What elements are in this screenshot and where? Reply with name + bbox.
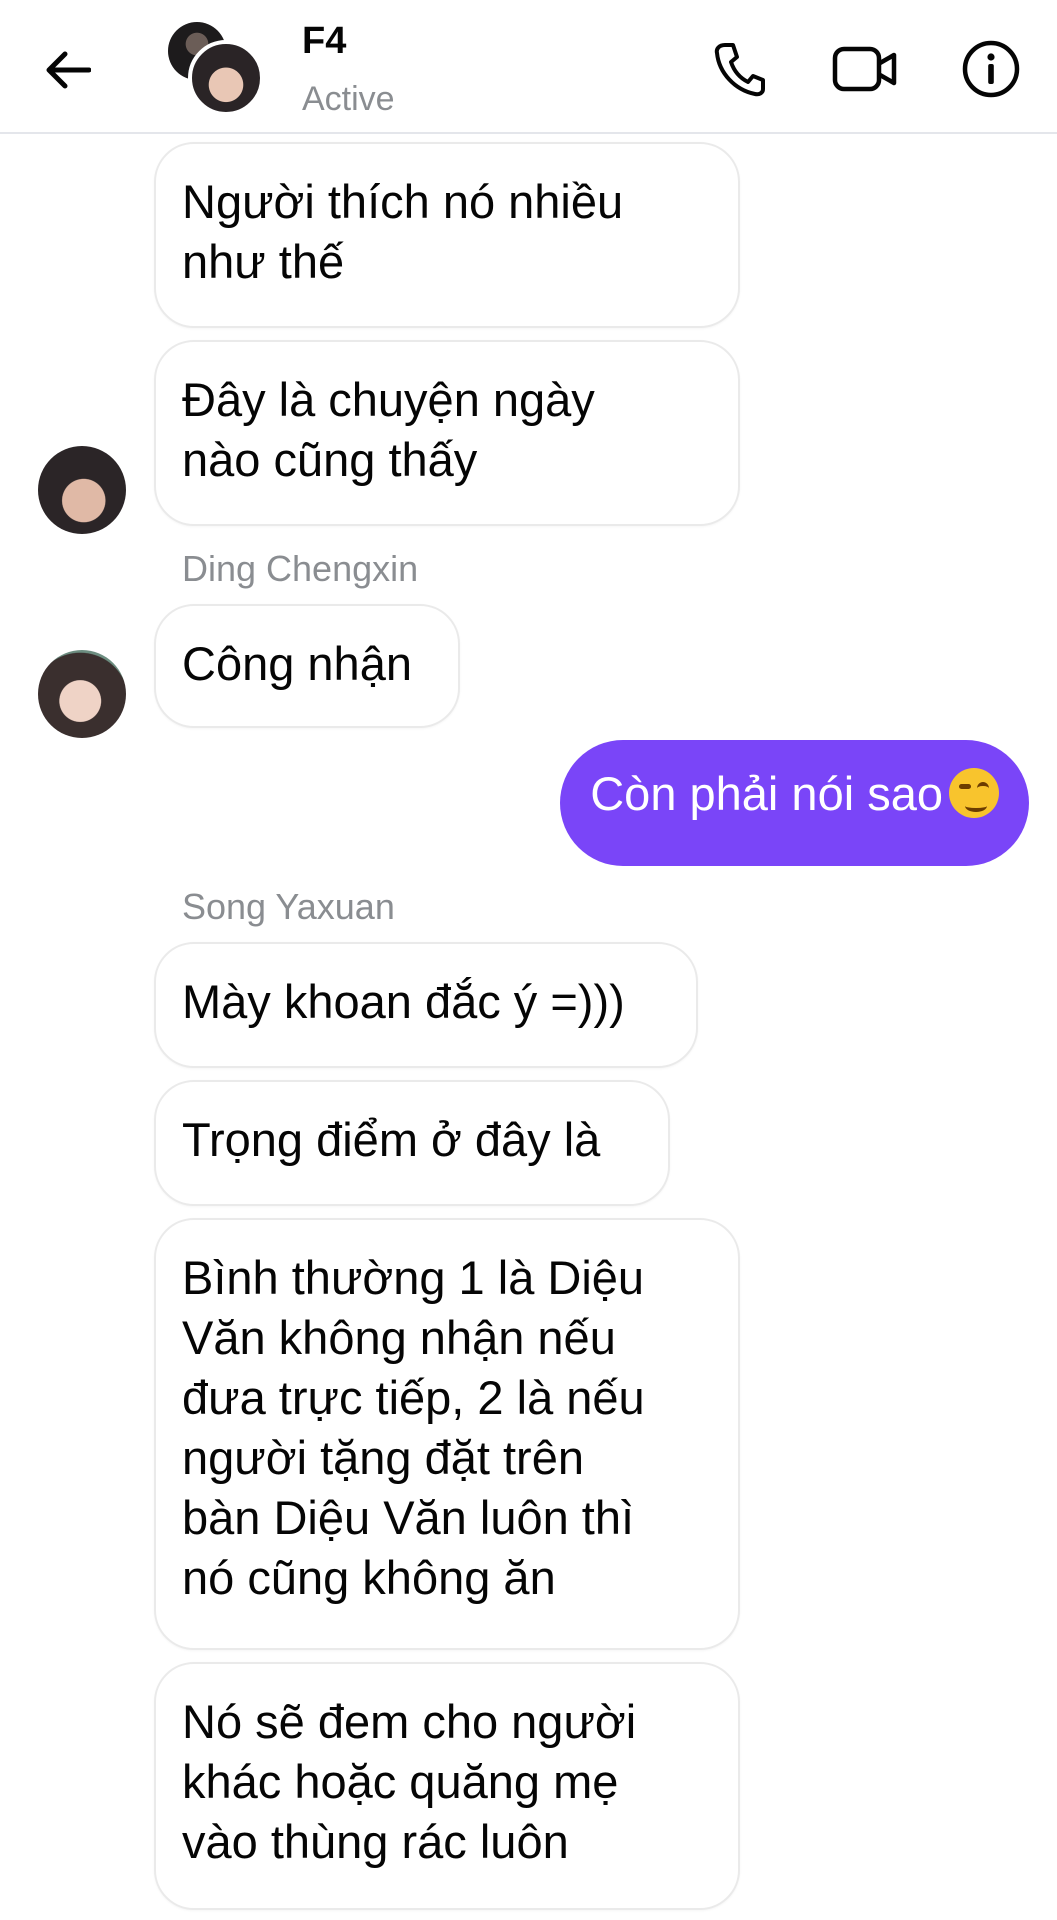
chat-header: F4 Active xyxy=(0,0,1057,134)
call-button[interactable] xyxy=(706,36,772,102)
message-bubble[interactable]: Người thích nó nhiều như thế xyxy=(154,142,740,328)
message-bubble[interactable]: Trọng điểm ở đây là xyxy=(154,1080,670,1206)
info-button[interactable] xyxy=(958,36,1024,102)
chat-title[interactable]: F4 xyxy=(302,20,346,63)
sender-name: Ding Chengxin xyxy=(182,548,419,589)
message-bubble[interactable]: Đây là chuyện ngày nào cũng thấy xyxy=(154,340,740,526)
smirking-face-icon xyxy=(949,768,999,818)
avatar xyxy=(188,40,264,116)
video-call-button[interactable] xyxy=(832,36,898,102)
message-text: Còn phải nói sao xyxy=(590,767,943,820)
my-message-bubble[interactable]: Còn phải nói sao xyxy=(560,740,1029,866)
video-camera-icon xyxy=(832,46,897,92)
message-bubble[interactable]: Mày khoan đắc ý =))) xyxy=(154,942,698,1068)
avatar[interactable] xyxy=(38,446,126,534)
message-bubble[interactable]: Công nhận xyxy=(154,604,460,728)
sender-name: Song Yaxuan xyxy=(182,886,395,927)
message-bubble[interactable]: Nó sẽ đem cho người khác hoặc quăng mẹ v… xyxy=(154,1662,740,1910)
message-bubble[interactable]: Bình thường 1 là Diệu Văn không nhận nếu… xyxy=(154,1218,740,1650)
active-status: Active xyxy=(302,80,395,118)
info-icon xyxy=(962,40,1020,98)
group-avatar[interactable] xyxy=(166,20,264,116)
arrow-left-icon xyxy=(46,51,91,89)
back-button[interactable] xyxy=(36,38,100,102)
phone-icon xyxy=(714,43,765,97)
avatar[interactable] xyxy=(38,650,126,738)
